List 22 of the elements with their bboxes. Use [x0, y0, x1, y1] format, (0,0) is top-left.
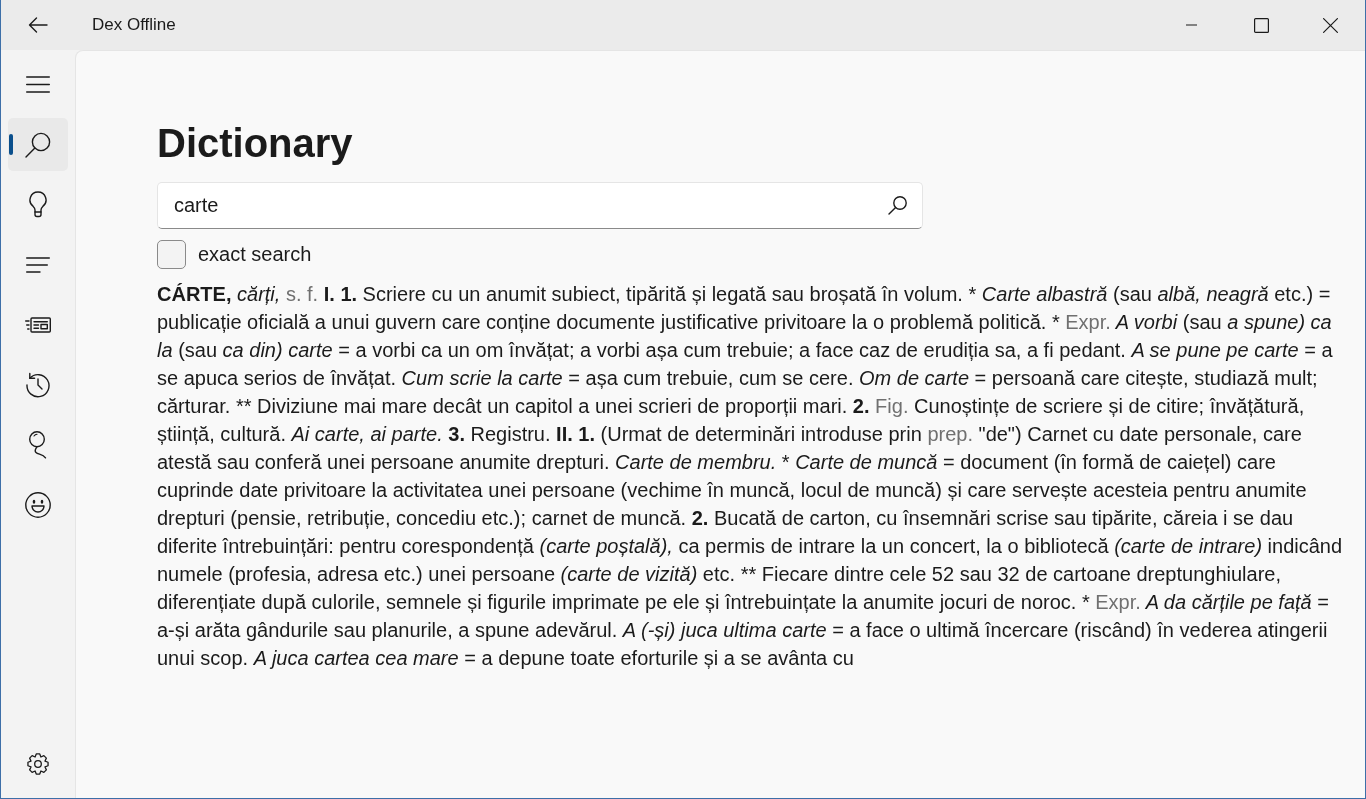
newspaper-icon: [25, 316, 51, 333]
balloon-icon: [28, 430, 48, 459]
checkbox[interactable]: [157, 239, 186, 269]
search-field[interactable]: carte: [157, 182, 923, 229]
selection-indicator: [9, 134, 13, 155]
back-arrow-icon: [28, 17, 48, 33]
definition-text: CÁRTE, cărți, s. f. I. 1. Scriere cu un anumit subiect, tipărită și legată sau broșată în volum. * Carte albastră (sau albă, neagră etc.) = publicație oficială a unui guvern care conține documente justificative privitoare la o problemă politică. * Expr. A vorbi (sau a spune) ca la (sau ca din) carte = a vorbi ca un om învățat; a vorbi așa cum trebuie; a face caz de erudiția sa, a fi pedant. A se pune pe carte = a se apuca serios de învățat. Cum scrie la carte = așa cum trebuie, cum se cere. Om de carte = persoană care citește, studiază mult; cărturar. ** Diviziune mai mare decât un capitol a unei scrieri de proporții mari. 2. Fig. Cunoștințe de scriere și de citire; învățătură, știință, cultură. Ai carte, ai parte. 3. Registru. II. 1. (Urmat de determinări introduse prin prep. "de") Carnet cu date personale, care atestă sau conferă unei persoane anumite drepturi. Carte de membru. * Carte de muncă = document (în formă de caiețel) care cuprinde date privitoare la activitatea unei persoane (vechime în muncă, locul de muncă) și care servește acesteia pentru anumite drepturi (pensie, retribuție, concediu etc.); carnet de muncă. 2. Bucată de carton, cu însemnări scrise sau tipărite, căreia i se dau diferite întrebuințări: pentru corespondență (carte poștală), ca permis de intrare la un concert, la o bibliotecă (carte de intrare) indicând numele (profesia, adresa etc.) unei persoane (carte de vizită) etc. ** Fiecare dintre cele 52 sau 32 de cartoane dreptunghiulare, diferențiate după culorile, semnele și figurile imprimate pe ele și întrebuințate la anumite jocuri de noroc. * Expr. A da cărțile pe față = a-și arăta gândurile sau planurile, a spune adevărul. A (-și) juca ultima carte = a face o ultimă încercare (riscând) în vederea atingerii unui scop. A juca cartea cea mare = a depune toate eforturile și a se avânta cu: [157, 282, 1344, 671]
settings-icon: [27, 752, 49, 775]
search-icon: [25, 131, 51, 158]
page-title: Dictionary: [157, 120, 353, 167]
smiley-icon: [25, 491, 51, 518]
history-icon: [25, 371, 51, 398]
text-lines-icon: [26, 256, 50, 273]
lightbulb-icon: [29, 191, 47, 218]
menu-icon: [26, 76, 50, 93]
search-icon: [887, 195, 907, 215]
nav-button[interactable]: [8, 118, 68, 171]
maximize-icon: [1253, 17, 1269, 33]
window-title: Dex Offline: [92, 14, 176, 37]
minimize-icon: [1185, 24, 1197, 26]
checkbox-label: exact search: [198, 242, 312, 267]
close-icon: [1323, 17, 1338, 33]
